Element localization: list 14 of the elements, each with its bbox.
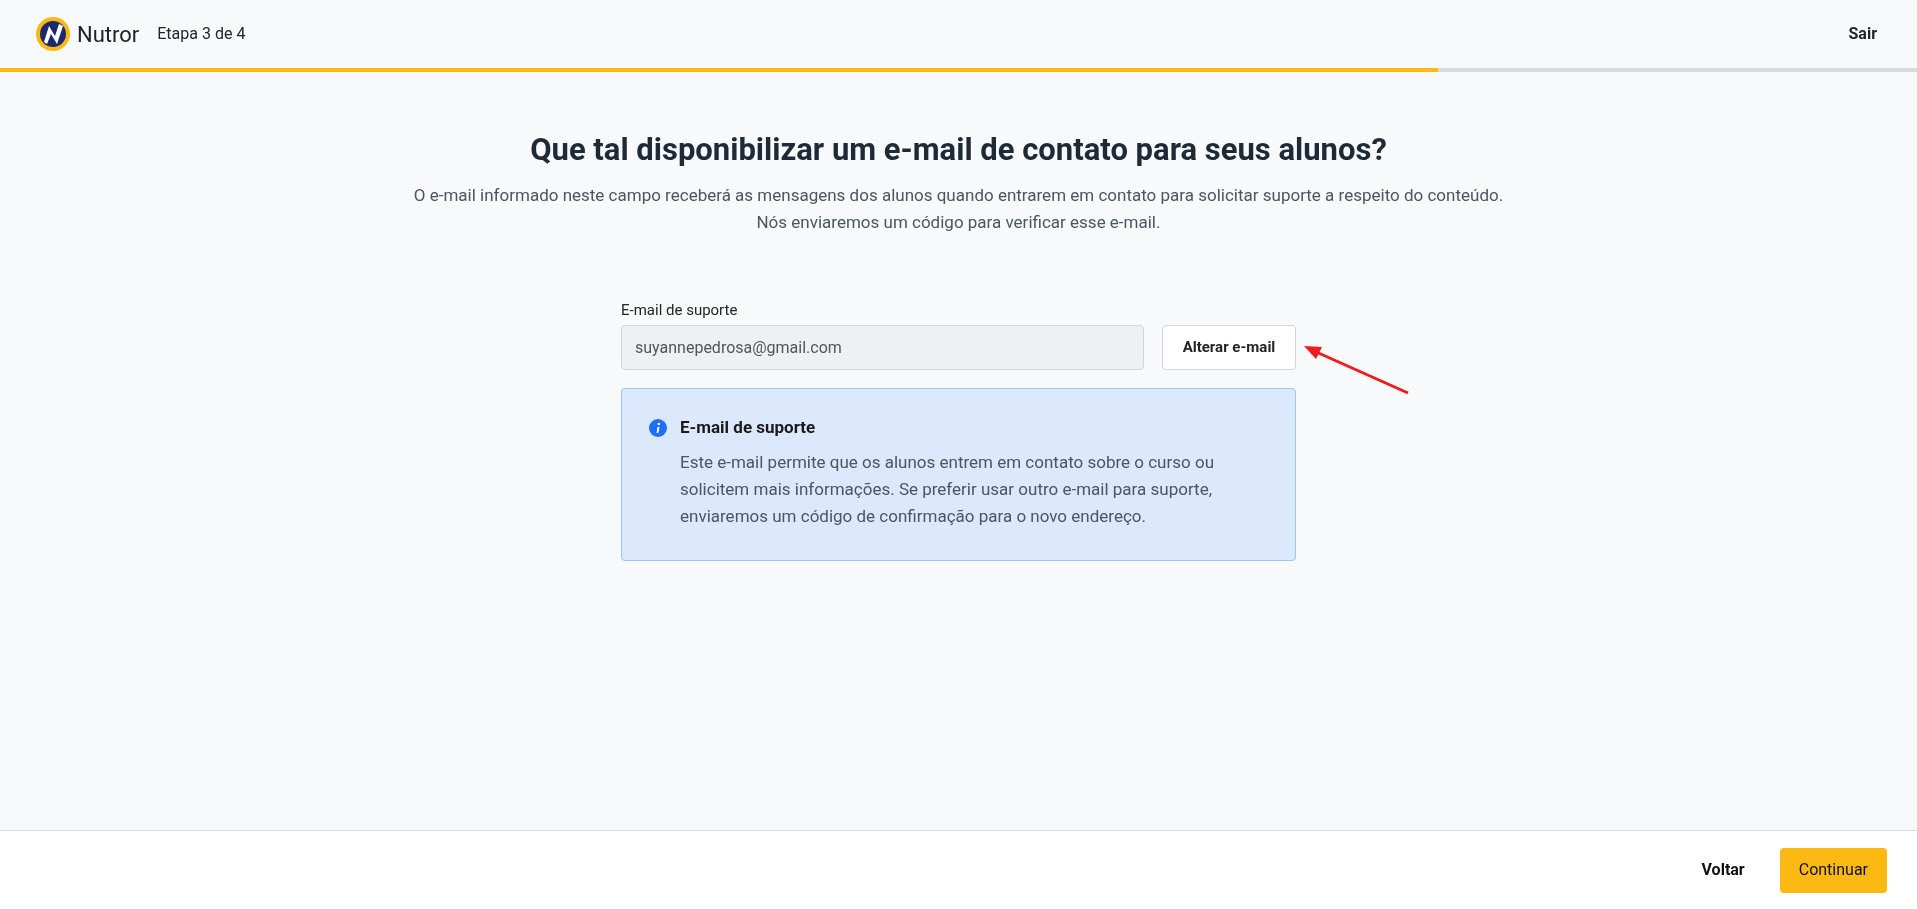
step-indicator: Etapa 3 de 4 [157,23,246,45]
info-title: E-mail de suporte [680,416,817,439]
continue-button[interactable]: Continuar [1779,847,1887,893]
page-title: Que tal disponibilizar um e-mail de contato para seus alunos? [530,130,1387,170]
field-label: E-mail de suporte [621,299,739,321]
page-subtitle: O e-mail informado neste campo receberá as mensagens dos alunos quando entrarem em contato para solicitar suporte a respeito do conteúdo. [413,183,1504,207]
brand-name: Nutror [77,20,140,49]
page-subtitle: Nós enviaremos um código para verificar esse e-mail. [756,210,1161,234]
info-text: Este e-mail permite que os alunos entrem em contato sobre o curso ou solicitem mais informações. Se preferir usar outro e-mail para suporte, enviaremos um código de confirmação para o novo endereço. [680,450,1215,528]
back-button[interactable]: Voltar [1701,858,1745,882]
exit-button[interactable]: Sair [1848,22,1877,46]
info-icon [649,419,667,437]
logo-icon [35,16,71,52]
change-email-button[interactable]: Alterar e-mail [1162,325,1296,370]
